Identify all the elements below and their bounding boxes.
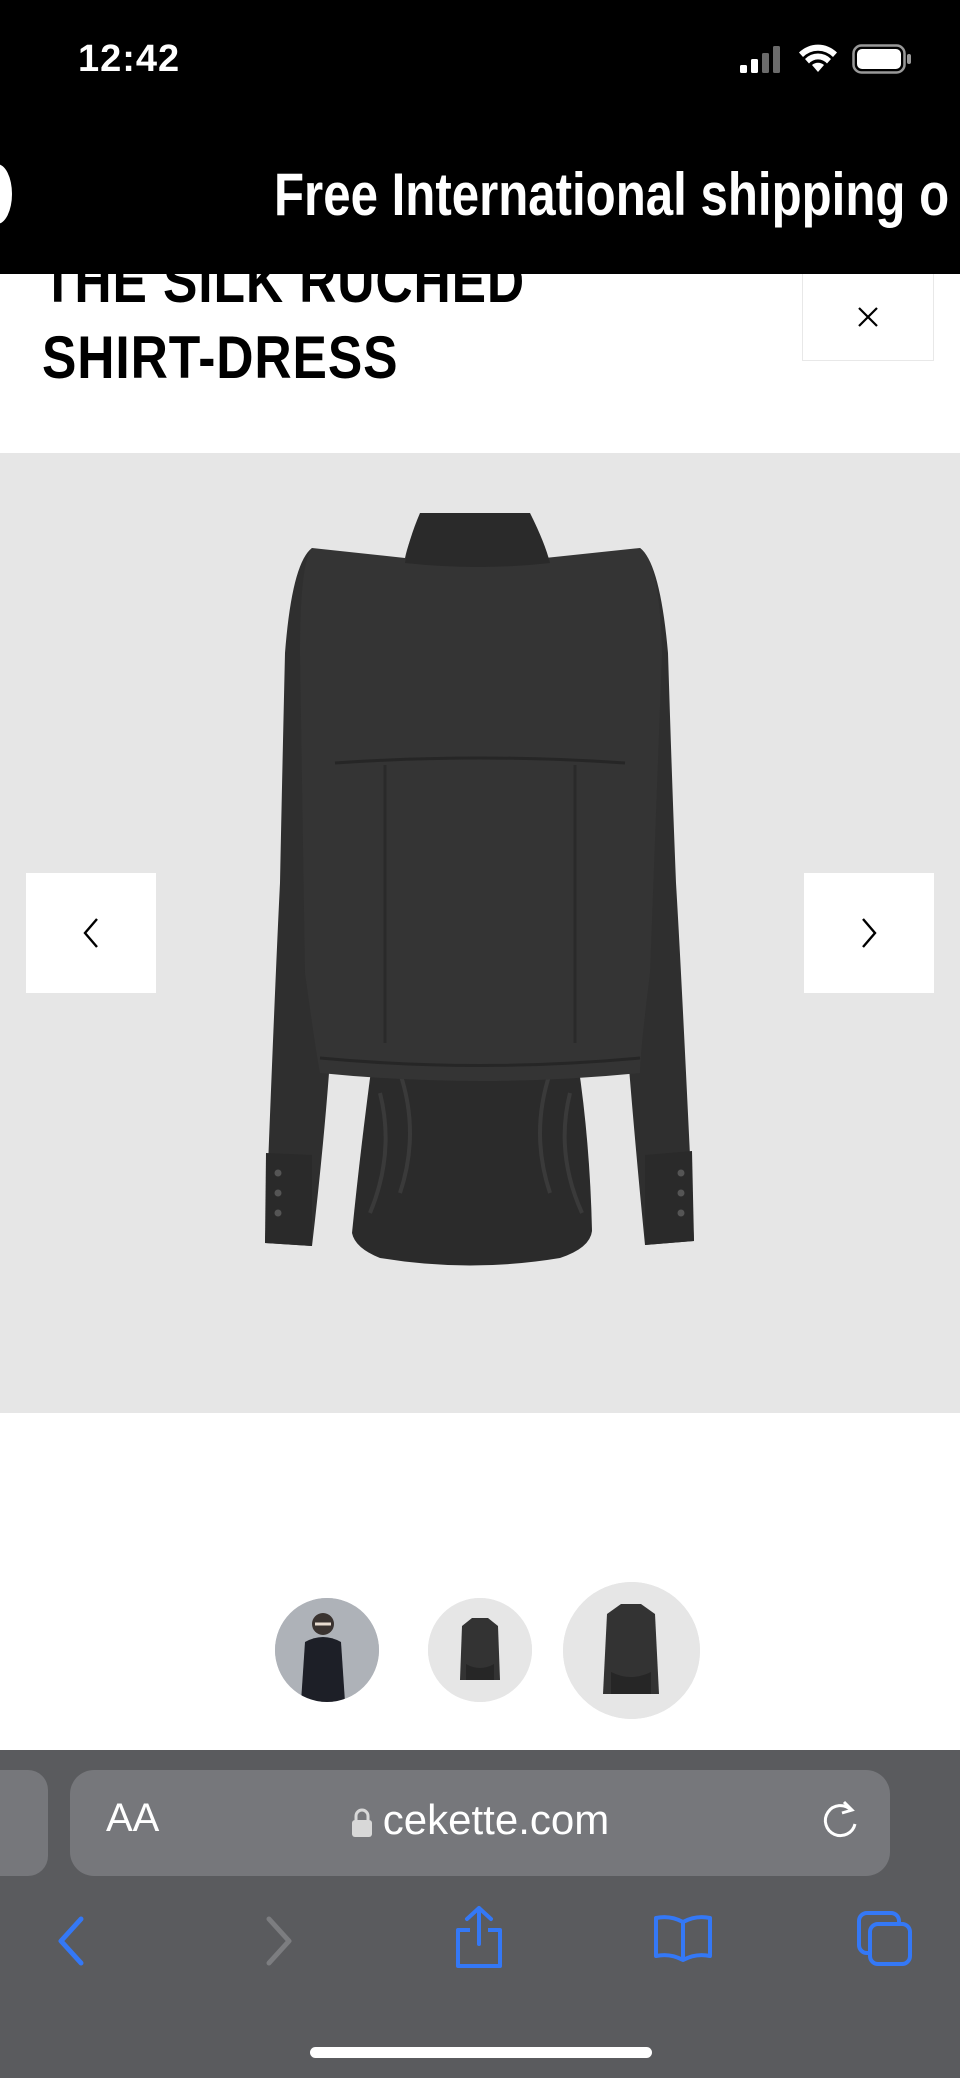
wifi-icon [799, 44, 837, 72]
status-bar: 12:42 [0, 0, 960, 120]
reload-icon[interactable] [820, 1798, 860, 1842]
next-image-button[interactable] [804, 873, 934, 993]
thumbnail-model-image [275, 1598, 379, 1702]
home-indicator[interactable] [310, 2047, 652, 2058]
close-button[interactable] [802, 274, 934, 361]
url-text: cekette.com [382, 1796, 610, 1843]
banner-text: Free International shipping o [274, 161, 950, 228]
cellular-signal-icon [740, 46, 780, 73]
thumbnail-1[interactable] [275, 1598, 379, 1702]
bookmarks-icon[interactable] [652, 1912, 714, 1962]
banner-logo-fragment [0, 164, 12, 224]
previous-tab-address-stub[interactable] [0, 1770, 48, 1876]
product-title-line-2: SHIRT-DRESS [42, 324, 399, 391]
share-icon[interactable] [452, 1904, 506, 1970]
product-title: THE SILK RUCHED SHIRT-DRESS [42, 274, 644, 396]
forward-icon[interactable] [262, 1914, 296, 1968]
url-display[interactable]: cekette.com [70, 1796, 890, 1844]
thumbnail-3[interactable] [563, 1582, 700, 1719]
previous-image-button[interactable] [26, 873, 156, 993]
address-bar[interactable]: AA cekette.com [70, 1770, 890, 1876]
thumbnail-front-image [428, 1598, 532, 1702]
back-icon[interactable] [54, 1914, 88, 1968]
thumbnail-back-image [563, 1582, 700, 1719]
browser-bar: AA cekette.com [0, 1750, 960, 2078]
chevron-left-icon [83, 918, 98, 948]
thumbnail-strip [0, 1580, 960, 1720]
lock-icon [351, 1808, 372, 1837]
status-icons [740, 44, 912, 74]
close-icon [858, 307, 878, 327]
product-title-line-1: THE SILK RUCHED [42, 274, 526, 315]
tabs-icon[interactable] [856, 1910, 914, 1968]
thumbnail-2[interactable] [428, 1598, 532, 1702]
promo-banner: Free International shipping o [0, 120, 960, 274]
chevron-right-icon [862, 918, 877, 948]
status-time: 12:42 [78, 38, 181, 80]
browser-toolbar [0, 1900, 960, 1990]
battery-icon [852, 44, 911, 74]
